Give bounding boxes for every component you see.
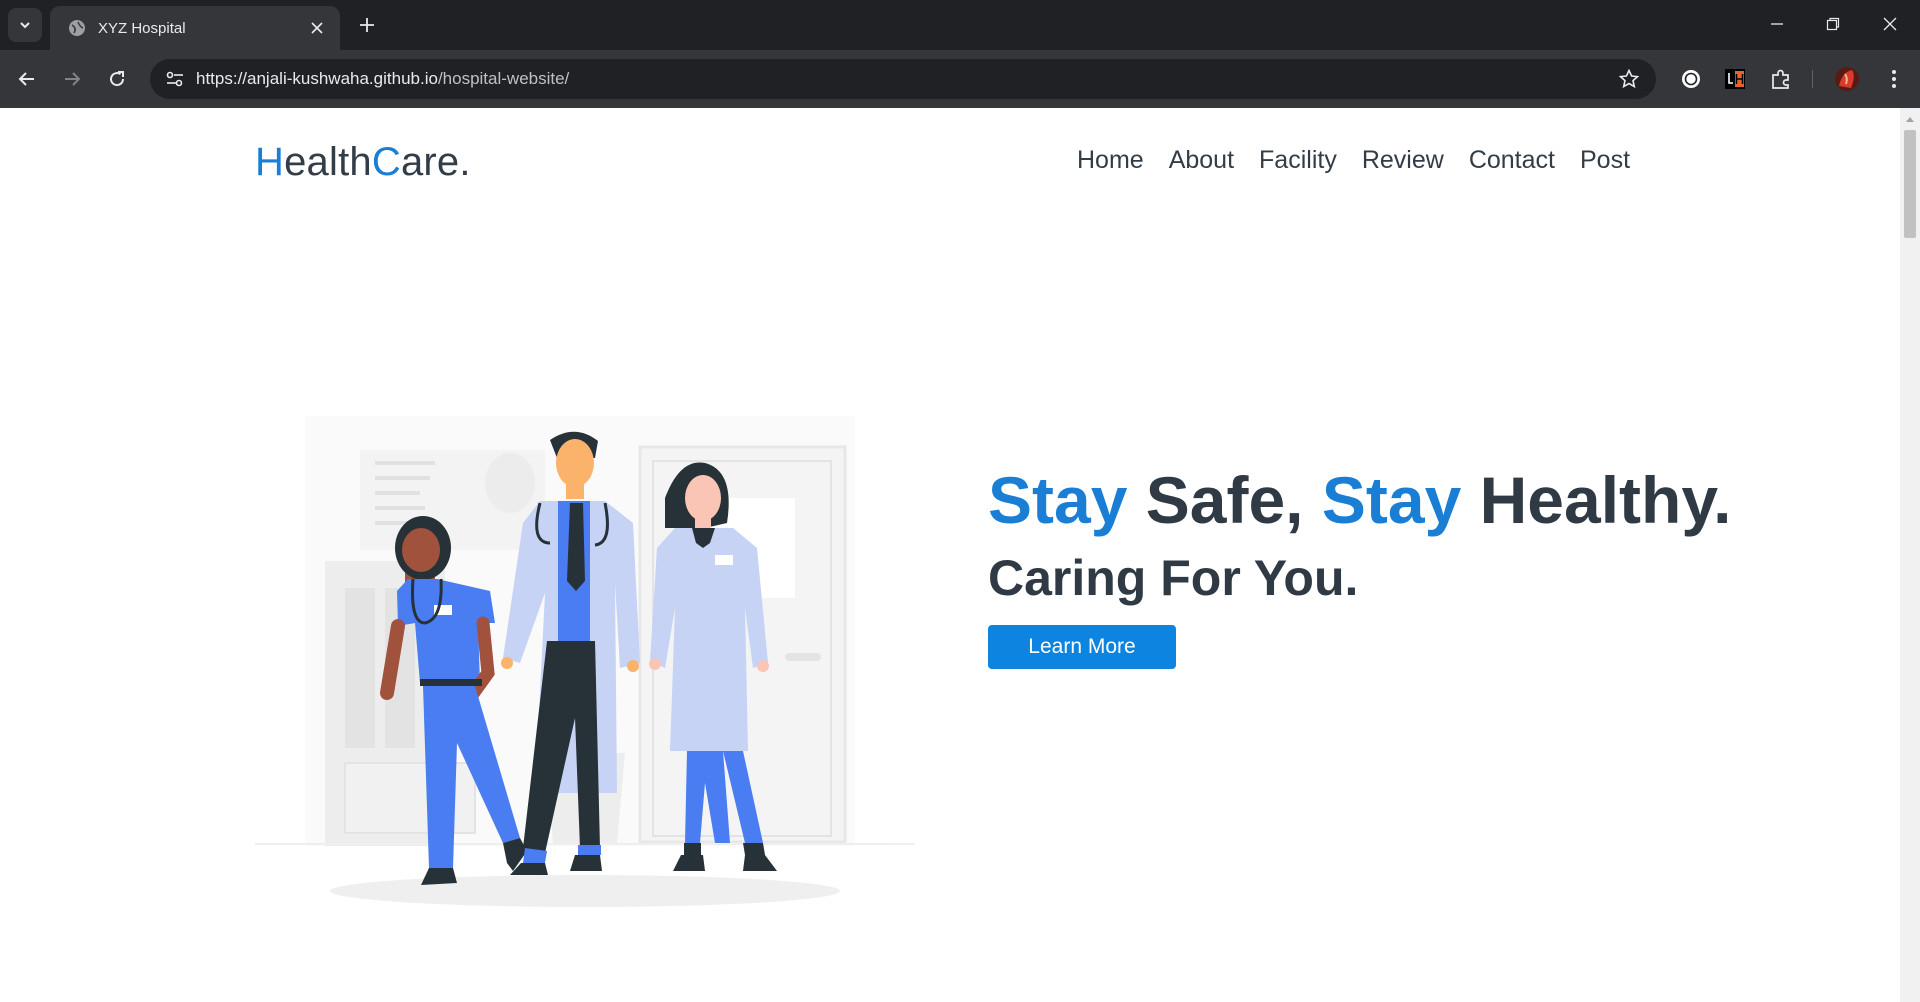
floor-shadow <box>330 875 840 907</box>
minimize-icon <box>1771 23 1783 25</box>
url-text: https://anjali-kushwaha.github.io/hospit… <box>196 69 569 89</box>
nav-post[interactable]: Post <box>1580 146 1630 175</box>
headline-safe: Safe, <box>1127 463 1322 537</box>
url-host: https://anjali-kushwaha.github.io <box>196 69 438 88</box>
page-scrollbar[interactable] <box>1900 108 1920 1002</box>
bookmark-star-icon <box>1619 69 1639 89</box>
browser-toolbar: https://anjali-kushwaha.github.io/hospit… <box>0 50 1920 108</box>
globe-icon <box>69 20 85 36</box>
hero-text: Stay Safe, Stay Healthy. Caring For You.… <box>988 460 1731 669</box>
extension-icon <box>1682 70 1700 88</box>
site-logo[interactable]: HealthCare. <box>255 140 471 185</box>
restore-icon <box>1826 17 1840 31</box>
site-settings-icon <box>166 71 183 87</box>
lighthouse-icon <box>1725 69 1745 89</box>
tab-search-icon <box>20 22 30 29</box>
nav-home[interactable]: Home <box>1077 146 1144 175</box>
page-viewport: HealthCare. Home About Facility Review C… <box>0 108 1900 1002</box>
learn-more-button[interactable]: Learn More <box>988 625 1176 669</box>
plus-icon <box>360 18 374 32</box>
forward-button[interactable] <box>55 62 89 96</box>
reload-button[interactable] <box>100 62 134 96</box>
scroll-up-arrow-icon <box>1906 117 1914 122</box>
nav-contact[interactable]: Contact <box>1469 146 1555 175</box>
nav-review[interactable]: Review <box>1362 146 1444 175</box>
close-tab-button[interactable] <box>306 17 328 39</box>
headline-stay-1: Stay <box>988 463 1128 537</box>
url-path: /hospital-website/ <box>437 69 570 88</box>
browser-tab-bar: XYZ Hospital <box>0 0 1920 50</box>
new-tab-button[interactable] <box>352 10 382 40</box>
logo-letter-h: H <box>255 140 285 184</box>
site-info-button[interactable] <box>160 64 190 94</box>
bookmark-button[interactable] <box>1616 66 1642 92</box>
hero-headline: Stay Safe, Stay Healthy. <box>988 460 1731 540</box>
scroll-thumb[interactable] <box>1904 130 1916 238</box>
toolbar-separator <box>1812 70 1813 88</box>
browser-menu-button[interactable] <box>1880 65 1908 93</box>
menu-kebab-icon <box>1892 70 1896 88</box>
active-tab[interactable]: XYZ Hospital <box>50 6 340 50</box>
logo-letter-c: C <box>371 140 401 184</box>
tab-search-button[interactable] <box>8 8 42 42</box>
doctors-illustration <box>255 416 915 907</box>
forward-arrow-icon <box>65 72 81 86</box>
puzzle-icon <box>1772 69 1789 89</box>
close-icon <box>311 22 323 34</box>
main-nav: Home About Facility Review Contact Post <box>1077 146 1655 175</box>
back-arrow-icon <box>18 72 34 86</box>
hero-subline: Caring For You. <box>988 550 1359 606</box>
scroll-up-button[interactable] <box>1900 112 1920 126</box>
headline-healthy: Healthy. <box>1461 463 1732 537</box>
logo-text-are: are. <box>400 140 471 184</box>
window-close-icon <box>1883 17 1897 31</box>
extensions-menu-button[interactable] <box>1767 65 1795 93</box>
nav-about[interactable]: About <box>1169 146 1234 175</box>
tab-title: XYZ Hospital <box>98 19 186 37</box>
back-button[interactable] <box>10 62 44 96</box>
profile-button[interactable] <box>1833 65 1861 93</box>
reload-icon <box>110 71 125 87</box>
minimize-button[interactable] <box>1754 6 1800 42</box>
address-bar[interactable]: https://anjali-kushwaha.github.io/hospit… <box>150 59 1656 99</box>
window-close-button[interactable] <box>1867 6 1913 42</box>
profile-avatar-icon <box>1835 67 1859 91</box>
restore-button[interactable] <box>1810 6 1856 42</box>
extension-button[interactable] <box>1677 65 1705 93</box>
lighthouse-extension-button[interactable] <box>1721 65 1749 93</box>
nav-facility[interactable]: Facility <box>1259 146 1337 175</box>
headline-stay-2: Stay <box>1321 463 1462 537</box>
logo-text-ealth: ealth <box>284 140 372 184</box>
